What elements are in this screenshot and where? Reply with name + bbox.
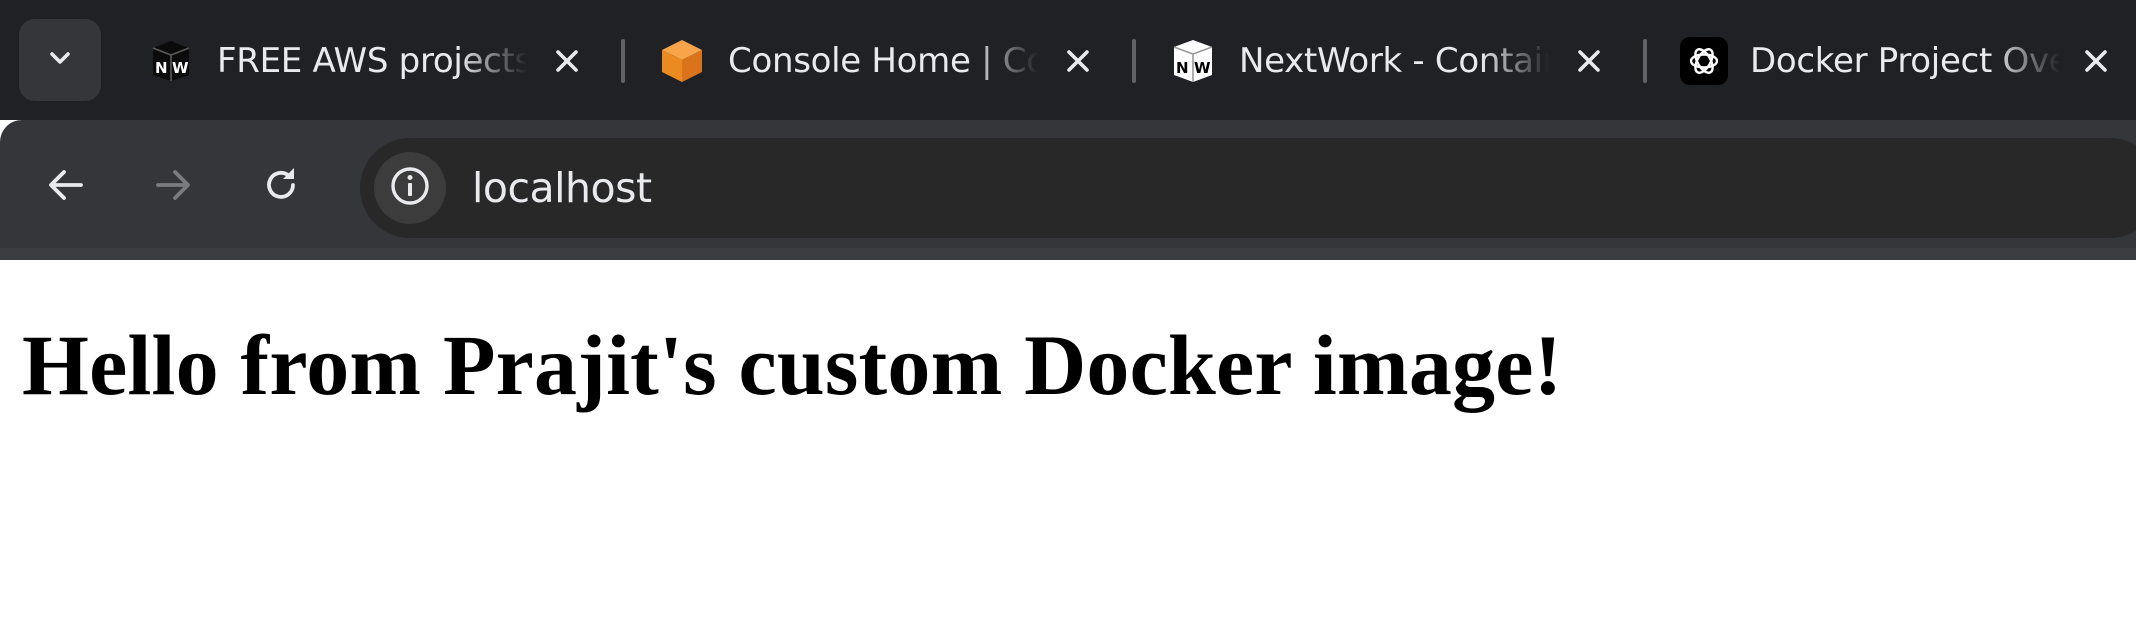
url-text[interactable]: localhost [472,164,652,212]
svg-text:W: W [1194,59,1211,77]
tab-title: NextWork - Containers [1239,41,1549,81]
tab-title: Docker Project Overview [1750,41,2060,81]
arrow-right-icon [152,164,194,211]
tab-strip: N W FREE AWS projects Console Home | Co … [0,0,2136,120]
tab-title: Console Home | Console Home [728,41,1038,81]
forward-button[interactable] [142,156,204,218]
tab-search-button[interactable] [19,19,101,101]
reload-button[interactable] [250,156,312,218]
address-bar[interactable]: localhost [360,138,2136,238]
tab-nextwork-containers[interactable]: N W NextWork - Containers [1169,14,1619,108]
svg-text:N: N [155,59,168,77]
tab-separator [621,39,625,83]
toolbar: localhost [0,120,2136,260]
page-content: Hello from Prajit's custom Docker image! [0,260,2136,639]
svg-text:W: W [172,59,189,77]
tab-console-home[interactable]: Console Home | Console Home [658,14,1108,108]
browser-window: N W FREE AWS projects Console Home | Co … [0,0,2136,639]
tab-docker-project-overview[interactable]: Docker Project Overview [1680,14,2130,108]
tab-title: FREE AWS projects [217,41,527,81]
reload-icon [260,164,302,211]
tab-separator [1132,39,1136,83]
chevron-down-icon [45,43,75,78]
close-tab-icon[interactable] [1569,41,1609,81]
toolbar-divider [0,248,2136,260]
arrow-left-icon [45,164,87,211]
svg-text:N: N [1176,59,1189,77]
chatgpt-icon [1680,37,1728,85]
site-info-button[interactable] [374,152,446,224]
nextwork-nw-icon: N W [147,37,195,85]
tab-separator [1643,39,1647,83]
page-heading: Hello from Prajit's custom Docker image! [22,317,1563,413]
close-tab-icon[interactable] [1058,41,1098,81]
tab-free-aws-projects[interactable]: N W FREE AWS projects [147,14,597,108]
aws-cube-icon [658,37,706,85]
close-tab-icon[interactable] [2076,41,2116,81]
nextwork-nw-icon: N W [1169,37,1217,85]
close-tab-icon[interactable] [547,41,587,81]
info-icon [389,165,431,212]
back-button[interactable] [35,156,97,218]
